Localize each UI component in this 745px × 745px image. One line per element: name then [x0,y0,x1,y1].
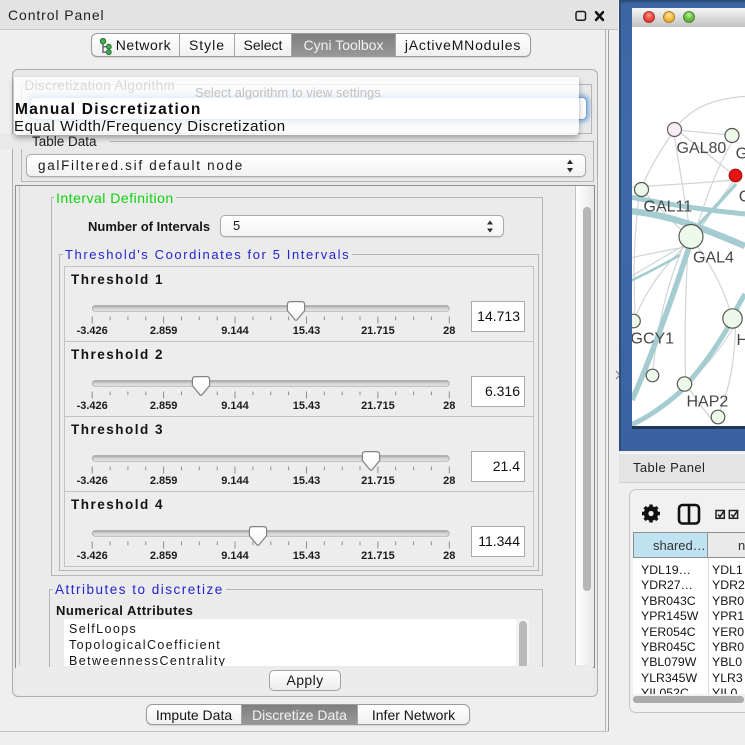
svg-text:2.859: 2.859 [150,325,178,337]
svg-text:HAP2: HAP2 [687,394,729,411]
svg-text:28: 28 [443,475,455,487]
svg-text:-3.426: -3.426 [77,400,108,412]
svg-text:C: C [739,189,745,206]
svg-text:GA: GA [736,146,745,163]
svg-text:-3.426: -3.426 [77,475,108,487]
svg-text:9.144: 9.144 [221,550,249,562]
svg-text:GAL11: GAL11 [644,199,693,216]
svg-text:28: 28 [443,400,455,412]
svg-text:15.43: 15.43 [293,475,321,487]
svg-text:21.715: 21.715 [361,550,395,562]
svg-text:2.859: 2.859 [150,475,178,487]
svg-text:2.859: 2.859 [150,550,178,562]
svg-text:28: 28 [443,325,455,337]
svg-text:21.715: 21.715 [361,325,395,337]
svg-text:GAL80: GAL80 [677,140,727,157]
svg-text:GAL4: GAL4 [693,250,734,267]
svg-text:15.43: 15.43 [293,400,321,412]
svg-text:GCY1: GCY1 [632,331,674,348]
svg-text:28: 28 [443,550,455,562]
svg-text:9.144: 9.144 [221,400,249,412]
svg-text:-3.426: -3.426 [77,550,108,562]
svg-text:H: H [737,332,745,349]
svg-text:-3.426: -3.426 [77,325,108,337]
svg-text:15.43: 15.43 [293,325,321,337]
svg-text:21.715: 21.715 [361,400,395,412]
svg-text:9.144: 9.144 [221,475,249,487]
svg-text:21.715: 21.715 [361,475,395,487]
svg-text:2.859: 2.859 [150,400,178,412]
svg-text:15.43: 15.43 [293,550,321,562]
svg-text:9.144: 9.144 [221,325,249,337]
